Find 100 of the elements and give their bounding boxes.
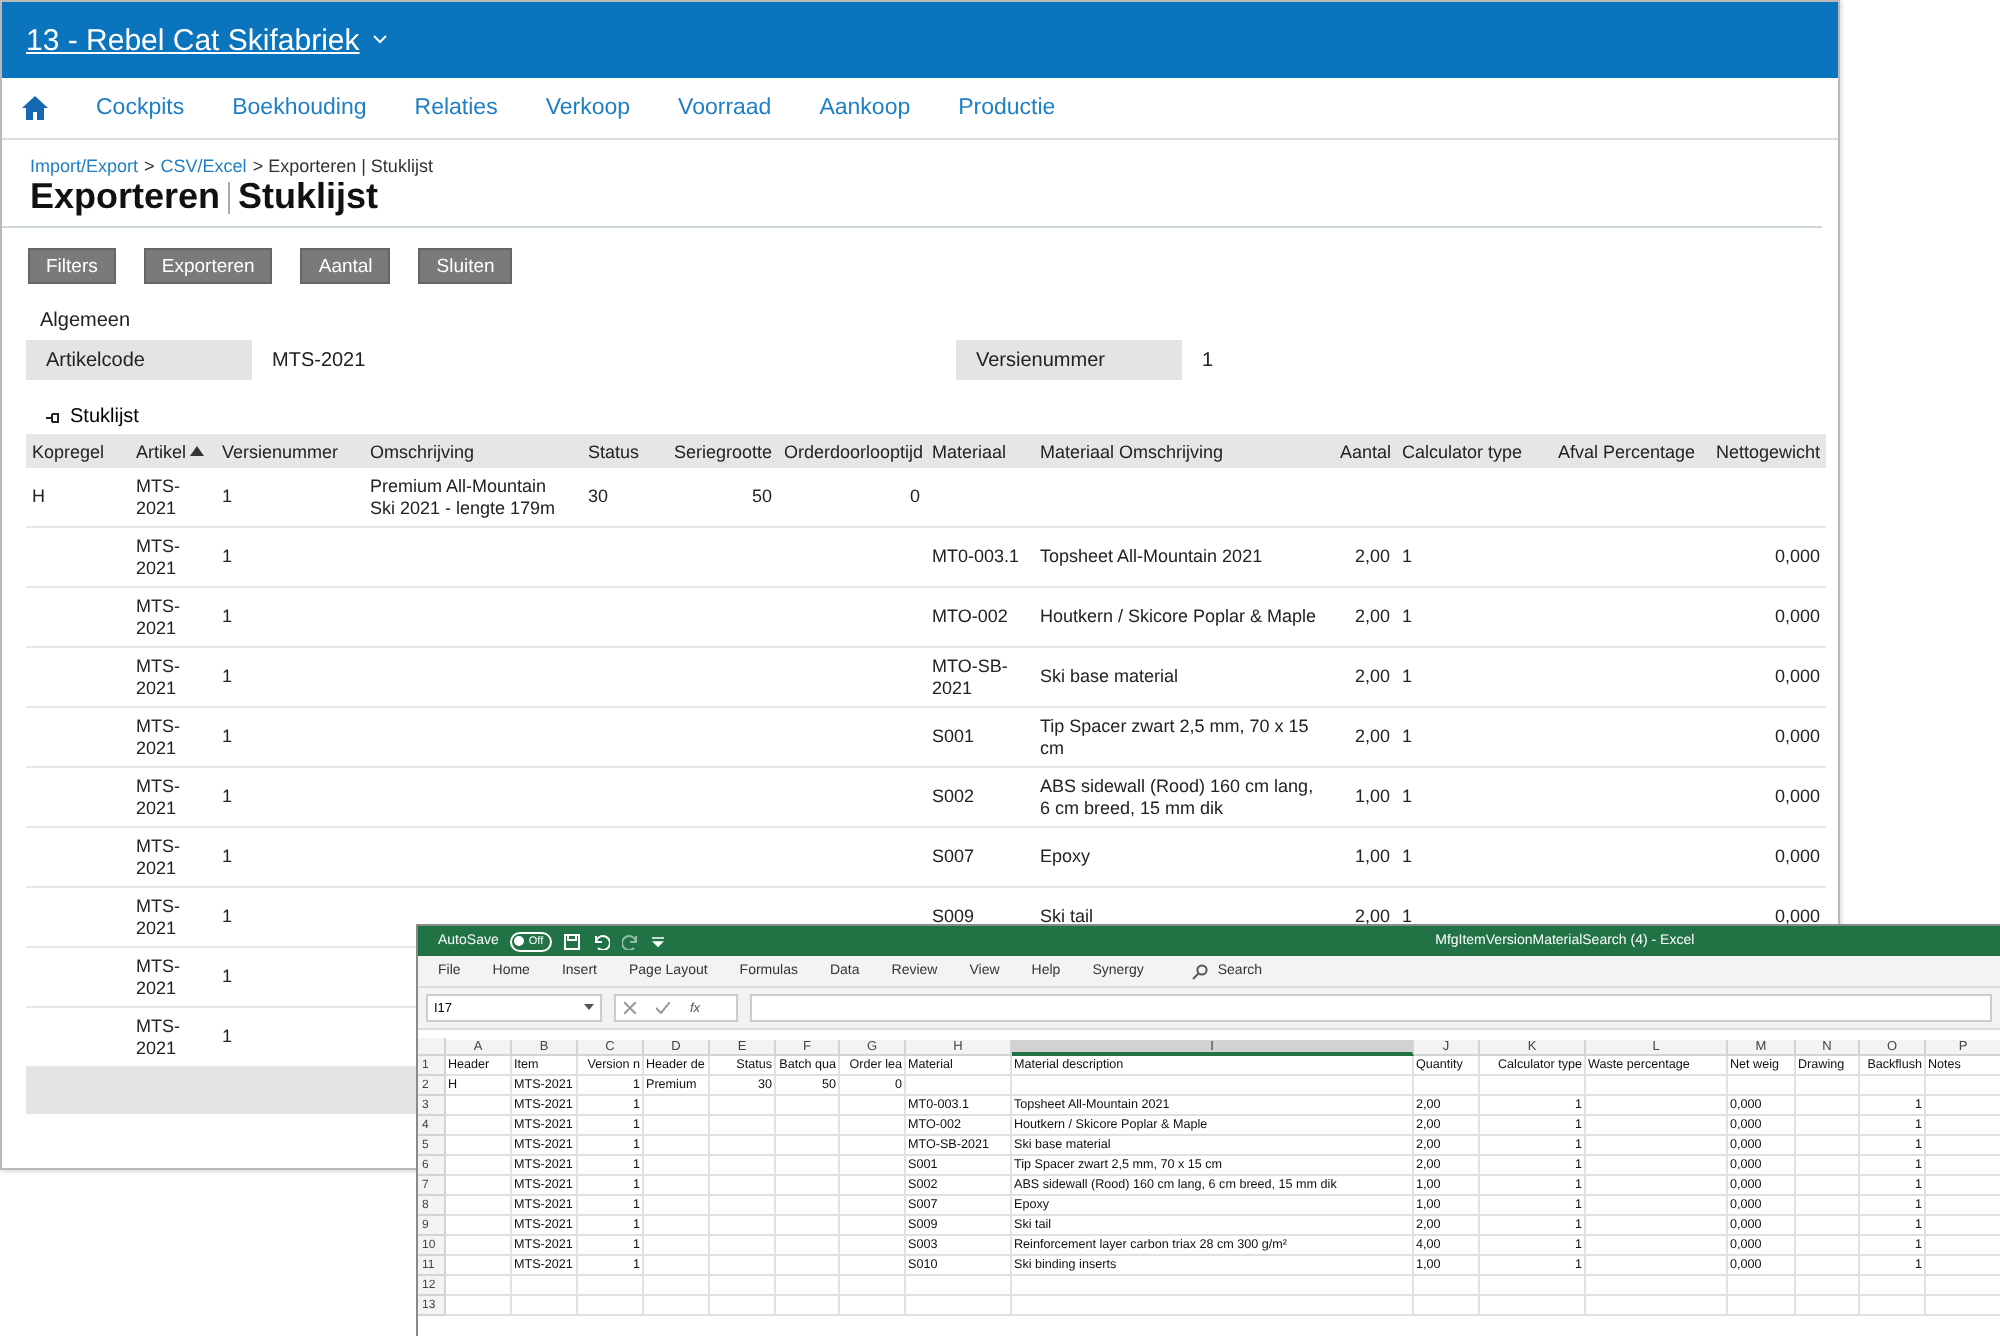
sheet-cell[interactable]	[1728, 1276, 1796, 1296]
sheet-cell[interactable]	[446, 1236, 512, 1256]
sheet-cell[interactable]	[1796, 1296, 1860, 1316]
sheet-cell[interactable]	[710, 1216, 776, 1236]
action-button[interactable]: Aantal	[300, 248, 391, 284]
customize-icon[interactable]	[651, 935, 664, 947]
column-header[interactable]: Nettogewicht	[1715, 441, 1820, 461]
sheet-cell[interactable]	[1796, 1276, 1860, 1296]
formula-input[interactable]	[750, 994, 1992, 1022]
sheet-cell[interactable]	[446, 1276, 512, 1296]
sheet-cell[interactable]	[710, 1256, 776, 1276]
select-all-corner[interactable]	[418, 1038, 446, 1056]
sheet-cell[interactable]	[840, 1136, 906, 1156]
sheet-cell[interactable]	[776, 1136, 840, 1156]
nav-link[interactable]: Voorraad	[678, 96, 772, 120]
sheet-cell[interactable]	[446, 1136, 512, 1156]
sheet-cell[interactable]	[840, 1216, 906, 1236]
sheet-cell[interactable]	[644, 1296, 710, 1316]
sheet-cell[interactable]	[644, 1156, 710, 1176]
redo-icon[interactable]	[621, 933, 640, 949]
sheet-cell[interactable]	[446, 1176, 512, 1196]
sheet-cell[interactable]	[840, 1236, 906, 1256]
sheet-cell[interactable]	[1796, 1116, 1860, 1136]
sheet-cell[interactable]	[644, 1276, 710, 1296]
sheet-cell[interactable]	[1480, 1076, 1586, 1096]
sheet-cell[interactable]	[776, 1296, 840, 1316]
sheet-cell[interactable]	[446, 1256, 512, 1276]
sheet-cell[interactable]	[1586, 1156, 1728, 1176]
sheet-cell[interactable]	[840, 1096, 906, 1116]
sheet-cell[interactable]	[710, 1096, 776, 1116]
sheet-cell[interactable]	[840, 1156, 906, 1176]
sheet-cell[interactable]	[710, 1296, 776, 1316]
sort-ascending-icon[interactable]	[190, 446, 205, 456]
cancel-icon[interactable]	[624, 1002, 636, 1014]
nav-link[interactable]: Boekhouding	[232, 96, 367, 120]
column-header[interactable]: Materiaal	[932, 441, 1007, 461]
save-icon[interactable]	[563, 933, 580, 949]
sheet-cell[interactable]	[1414, 1076, 1480, 1096]
sheet-cell[interactable]	[710, 1176, 776, 1196]
sheet-cell[interactable]	[1796, 1176, 1860, 1196]
company-link[interactable]: 13 - Rebel Cat Skifabriek	[26, 23, 360, 57]
sheet-cell[interactable]	[644, 1236, 710, 1256]
sheet-cell[interactable]	[710, 1136, 776, 1156]
home-icon[interactable]	[22, 96, 48, 120]
column-header[interactable]: Calculator type	[1402, 441, 1523, 461]
sheet-cell[interactable]	[1586, 1076, 1728, 1096]
sheet-cell[interactable]	[1728, 1296, 1796, 1316]
sheet-cell[interactable]	[906, 1076, 1012, 1096]
column-header[interactable]: Versienummer	[222, 441, 339, 461]
column-header[interactable]: Afval Percentage	[1558, 441, 1696, 461]
sheet-cell[interactable]	[710, 1116, 776, 1136]
sheet-cell[interactable]	[1796, 1136, 1860, 1156]
search-icon[interactable]	[1191, 963, 1208, 979]
sheet-cell[interactable]	[1728, 1076, 1796, 1096]
sheet-cell[interactable]	[710, 1156, 776, 1176]
sheet-cell[interactable]	[1012, 1276, 1414, 1296]
undo-icon[interactable]	[591, 933, 610, 949]
sheet-cell[interactable]	[840, 1296, 906, 1316]
sheet-cell[interactable]	[1414, 1276, 1480, 1296]
sheet-cell[interactable]	[1586, 1216, 1728, 1236]
sheet-cell[interactable]	[840, 1256, 906, 1276]
sheet-cell[interactable]	[776, 1176, 840, 1196]
sheet-cell[interactable]	[644, 1136, 710, 1156]
sheet-cell[interactable]	[1796, 1216, 1860, 1236]
sheet-cell[interactable]	[578, 1276, 644, 1296]
sheet-cell[interactable]	[1586, 1096, 1728, 1116]
column-header[interactable]: Kopregel	[32, 441, 105, 461]
column-header[interactable]: Materiaal Omschrijving	[1040, 441, 1224, 461]
sheet-cell[interactable]	[1586, 1256, 1728, 1276]
sheet-cell[interactable]	[776, 1196, 840, 1216]
sheet-cell[interactable]	[776, 1256, 840, 1276]
sheet-cell[interactable]	[1796, 1096, 1860, 1116]
action-button[interactable]: Exporteren	[143, 248, 273, 284]
chevron-down-icon[interactable]	[371, 34, 388, 46]
sheet-cell[interactable]	[644, 1216, 710, 1236]
breadcrumb-link[interactable]: Import/Export	[30, 156, 139, 176]
sheet-cell[interactable]	[1586, 1136, 1728, 1156]
sheet-cell[interactable]	[840, 1276, 906, 1296]
dropdown-caret-icon[interactable]	[584, 1004, 594, 1012]
sheet-cell[interactable]	[776, 1236, 840, 1256]
sheet-cell[interactable]	[1586, 1276, 1728, 1296]
sheet-cell[interactable]	[1586, 1196, 1728, 1216]
sheet-cell[interactable]	[446, 1196, 512, 1216]
action-button[interactable]: Filters	[28, 248, 116, 284]
sheet-cell[interactable]	[644, 1116, 710, 1136]
sheet-cell[interactable]	[840, 1116, 906, 1136]
sheet-cell[interactable]	[1796, 1236, 1860, 1256]
sheet-cell[interactable]	[1860, 1296, 1926, 1316]
nav-link[interactable]: Verkoop	[545, 96, 631, 120]
sheet-cell[interactable]	[1586, 1176, 1728, 1196]
sheet-cell[interactable]	[1796, 1076, 1860, 1096]
sheet-cell[interactable]	[776, 1116, 840, 1136]
sheet-cell[interactable]	[1860, 1276, 1926, 1296]
sheet-cell[interactable]	[710, 1196, 776, 1216]
sheet-cell[interactable]	[1012, 1296, 1414, 1316]
column-header[interactable]: Aantal	[1340, 441, 1392, 461]
column-header[interactable]: Status	[588, 441, 640, 461]
sheet-cell[interactable]	[776, 1096, 840, 1116]
sheet-cell[interactable]	[1586, 1296, 1728, 1316]
nav-link[interactable]: Aankoop	[819, 96, 911, 120]
